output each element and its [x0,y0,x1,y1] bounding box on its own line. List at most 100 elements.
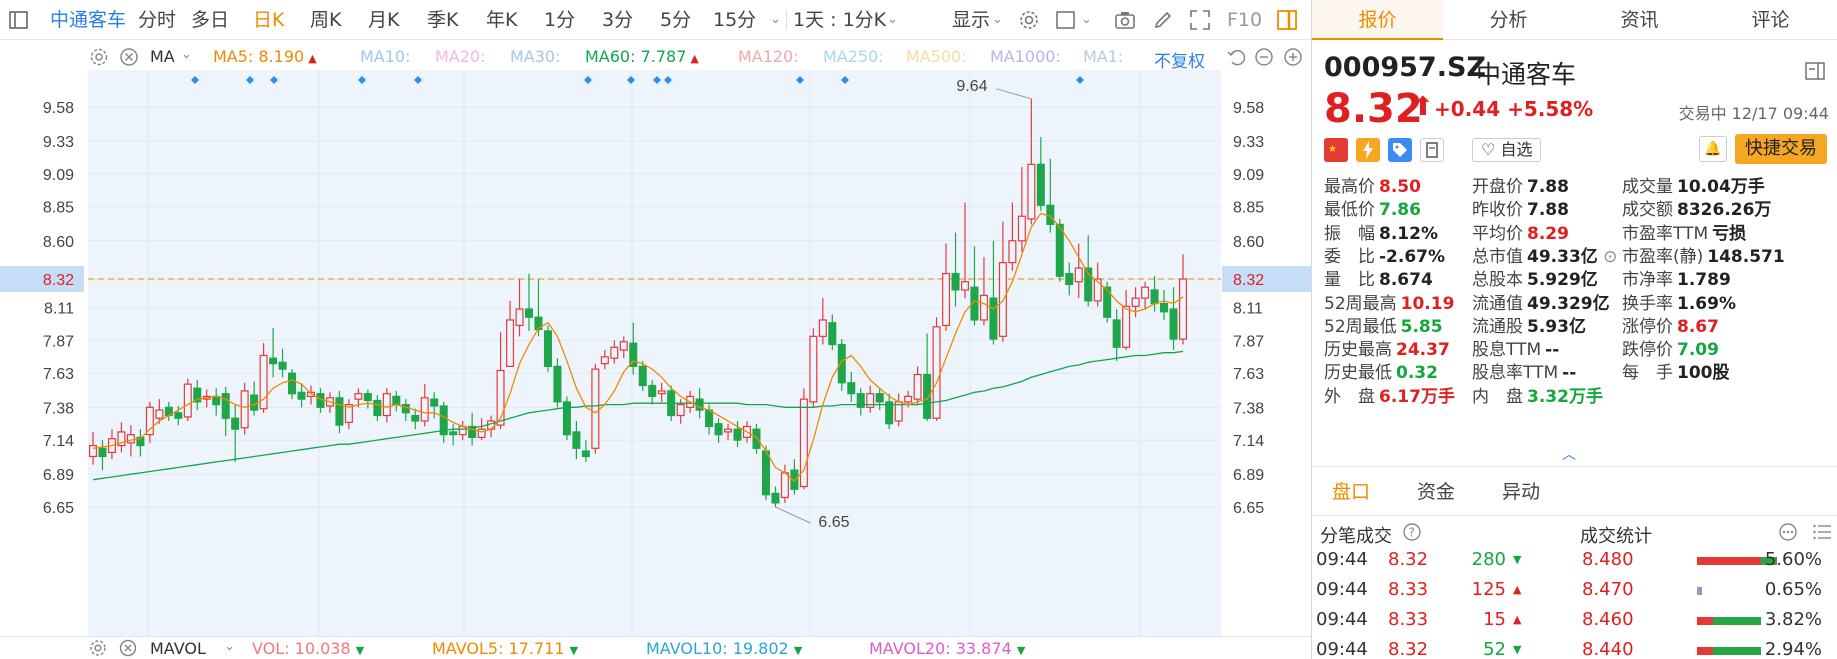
candle-down[interactable] [1160,302,1169,313]
camera-icon[interactable] [1114,9,1136,31]
ma-chevron-icon[interactable]: ⌄ [181,47,192,62]
tab-anomalies[interactable]: 异动 [1502,477,1540,504]
candle-up[interactable] [904,395,913,403]
candle-down[interactable] [752,428,761,449]
expand-panel-icon[interactable] [1805,62,1825,84]
candle-up[interactable] [1017,215,1026,242]
candle-down[interactable] [1112,319,1121,348]
candle-down[interactable] [231,417,240,430]
zoom-in-icon[interactable] [1282,46,1304,68]
candle-down[interactable] [1169,308,1178,340]
range-selector[interactable]: 1天 : 1分K [793,0,886,40]
candle-down[interactable] [278,361,287,370]
more-periods-chevron-icon[interactable]: ⌄ [770,0,781,40]
candle-down[interactable] [1055,223,1064,277]
candle-down[interactable] [771,492,780,504]
candle-down[interactable] [543,330,552,367]
f10-button[interactable]: F10 [1227,0,1262,40]
candle-up[interactable] [1008,240,1017,264]
volume-settings-gear-icon[interactable] [88,638,108,658]
candle-down[interactable] [923,373,932,419]
candle-down[interactable] [553,365,562,403]
help-icon[interactable]: ? [1402,522,1422,546]
tab-yearly-k[interactable]: 年K [486,0,517,40]
volume-indicator-name[interactable]: MAVOL [150,639,206,658]
tab-order-book[interactable]: 盘口 [1332,477,1370,504]
candle-up[interactable] [591,368,600,449]
tab-quarterly-k[interactable]: 季K [427,0,458,40]
settings-gear-icon[interactable] [1018,9,1040,31]
indicator-settings-gear-icon[interactable] [88,46,110,68]
candle-up[interactable] [1141,286,1150,299]
candle-down[interactable] [392,395,401,406]
candle-down[interactable] [1036,163,1045,206]
tab-analysis[interactable]: 分析 [1443,0,1574,40]
range-chevron-icon[interactable]: ⌄ [887,0,898,40]
candle-down[interactable] [761,450,770,496]
candle-down[interactable] [1065,272,1074,286]
candle-up[interactable] [932,326,941,419]
candle-down[interactable] [837,343,846,384]
candle-up[interactable] [1178,278,1188,340]
candle-up[interactable] [818,319,827,337]
candle-down[interactable] [581,450,590,458]
candle-up[interactable] [145,406,154,436]
candle-down[interactable] [373,399,382,417]
more-info-icon[interactable]: ⊙ [1598,247,1617,267]
candle-up[interactable] [1074,267,1083,283]
list-view-icon[interactable] [1812,522,1832,546]
candle-up[interactable] [382,393,391,417]
candle-up[interactable] [913,373,922,400]
candle-up[interactable] [515,308,524,327]
candle-up[interactable] [780,472,789,499]
display-menu[interactable]: 显示 [952,0,990,40]
candle-down[interactable] [98,447,107,458]
collapse-chevron-icon[interactable]: ︿ [1562,444,1576,464]
ma-indicator-name[interactable]: MA [150,47,175,66]
tab-1min[interactable]: 1分 [544,0,575,40]
candle-up[interactable] [619,341,628,351]
pencil-icon[interactable] [1152,9,1174,31]
candlestick-chart[interactable]: 9.58 9.58 9.33 9.33 9.09 9.09 8.85 8.85 8.60 8.60… [0,70,1311,636]
candle-up[interactable] [506,319,515,367]
fullscreen-icon[interactable] [1189,9,1211,31]
tab-monthly-k[interactable]: 月K [368,0,399,40]
tab-daily-k[interactable]: 日K [253,0,284,40]
candle-up[interactable] [477,428,486,438]
add-favorite-button[interactable]: ♡ 自选 [1472,138,1542,162]
candle-up[interactable] [600,356,609,365]
candle-up[interactable] [487,420,496,430]
tab-quote[interactable]: 报价 [1312,0,1443,40]
tag-icon[interactable] [1388,138,1412,162]
plot-area[interactable] [88,70,1221,636]
candle-down[interactable] [269,357,278,365]
display-chevron-icon[interactable]: ⌄ [992,0,1003,40]
candle-down[interactable] [401,404,410,414]
candle-up[interactable] [979,294,988,321]
candle-down[interactable] [875,393,884,403]
candle-up[interactable] [942,272,951,327]
candle-up[interactable] [724,428,733,433]
candle-down[interactable] [288,372,297,395]
candle-up[interactable] [610,346,619,359]
candle-up[interactable] [126,434,135,444]
tab-capital-flow[interactable]: 资金 [1417,477,1455,504]
candle-down[interactable] [989,297,998,340]
zoom-out-icon[interactable] [1253,46,1275,68]
candle-down[interactable] [638,365,647,387]
layout-chevron-icon[interactable]: ⌄ [1081,0,1092,40]
alert-bell-icon[interactable]: 🔔 [1699,136,1727,162]
volume-close-icon[interactable] [118,638,138,658]
candle-up[interactable] [1027,163,1036,220]
candle-down[interactable] [714,423,723,436]
candle-down[interactable] [572,431,581,449]
stock-name-tab[interactable]: 中通客车 [50,0,126,40]
candle-up[interactable] [354,393,363,400]
candle-down[interactable] [951,272,960,291]
candle-down[interactable] [847,382,856,395]
candle-up[interactable] [657,390,666,395]
tab-news[interactable]: 资讯 [1574,0,1705,40]
candle-down[interactable] [363,393,372,402]
candle-down[interactable] [856,393,865,408]
layout-square-icon[interactable] [1055,9,1077,31]
